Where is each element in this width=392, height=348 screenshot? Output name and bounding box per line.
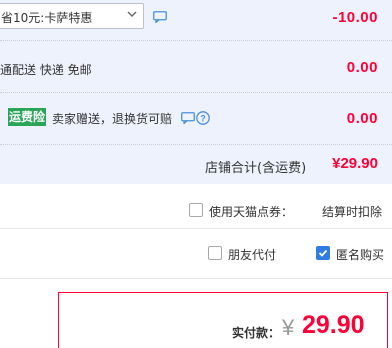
friend-pay-checkbox[interactable]	[208, 246, 222, 260]
promo-select-value: 省10元:卡萨特惠	[1, 11, 93, 25]
payment-summary-box: 实付款： ¥ 29.90	[58, 292, 388, 348]
help-icon[interactable]: ?	[196, 111, 210, 125]
divider	[0, 144, 392, 145]
use-points-checkbox[interactable]	[189, 203, 203, 217]
freight-insurance-badge: 运费险	[8, 108, 46, 126]
insurance-amount: 0.00	[346, 110, 378, 127]
payment-label: 实付款：	[232, 326, 281, 340]
use-points-label: 使用天猫点券：	[209, 205, 294, 219]
anonymous-checkbox[interactable]	[316, 246, 330, 260]
chat-icon[interactable]	[153, 11, 167, 23]
store-total-label: 店铺合计(含运费)	[205, 161, 307, 176]
points-status: 结算时扣除	[322, 205, 383, 219]
promo-select[interactable]: 省10元:卡萨特惠	[0, 3, 144, 29]
freight-insurance-text: 卖家赠送，退换货可赔	[52, 112, 173, 126]
chat-icon[interactable]	[181, 112, 195, 124]
shipping-amount: 0.00	[346, 59, 378, 76]
store-total-value: ¥29.90	[332, 155, 378, 172]
payment-currency: ¥	[282, 315, 295, 340]
divider	[0, 40, 392, 41]
shipping-method: 通配送 快递 免邮	[0, 63, 92, 77]
divider	[0, 278, 392, 279]
divider	[0, 92, 392, 93]
promo-amount: -10.00	[332, 9, 378, 26]
friend-pay-label: 朋友代付	[228, 248, 277, 262]
checkmark-icon	[318, 249, 328, 257]
payment-value: 29.90	[302, 311, 365, 339]
anonymous-label: 匿名购买	[336, 248, 385, 262]
divider	[0, 228, 392, 229]
chevron-down-icon	[127, 11, 137, 17]
svg-text:?: ?	[200, 114, 206, 124]
